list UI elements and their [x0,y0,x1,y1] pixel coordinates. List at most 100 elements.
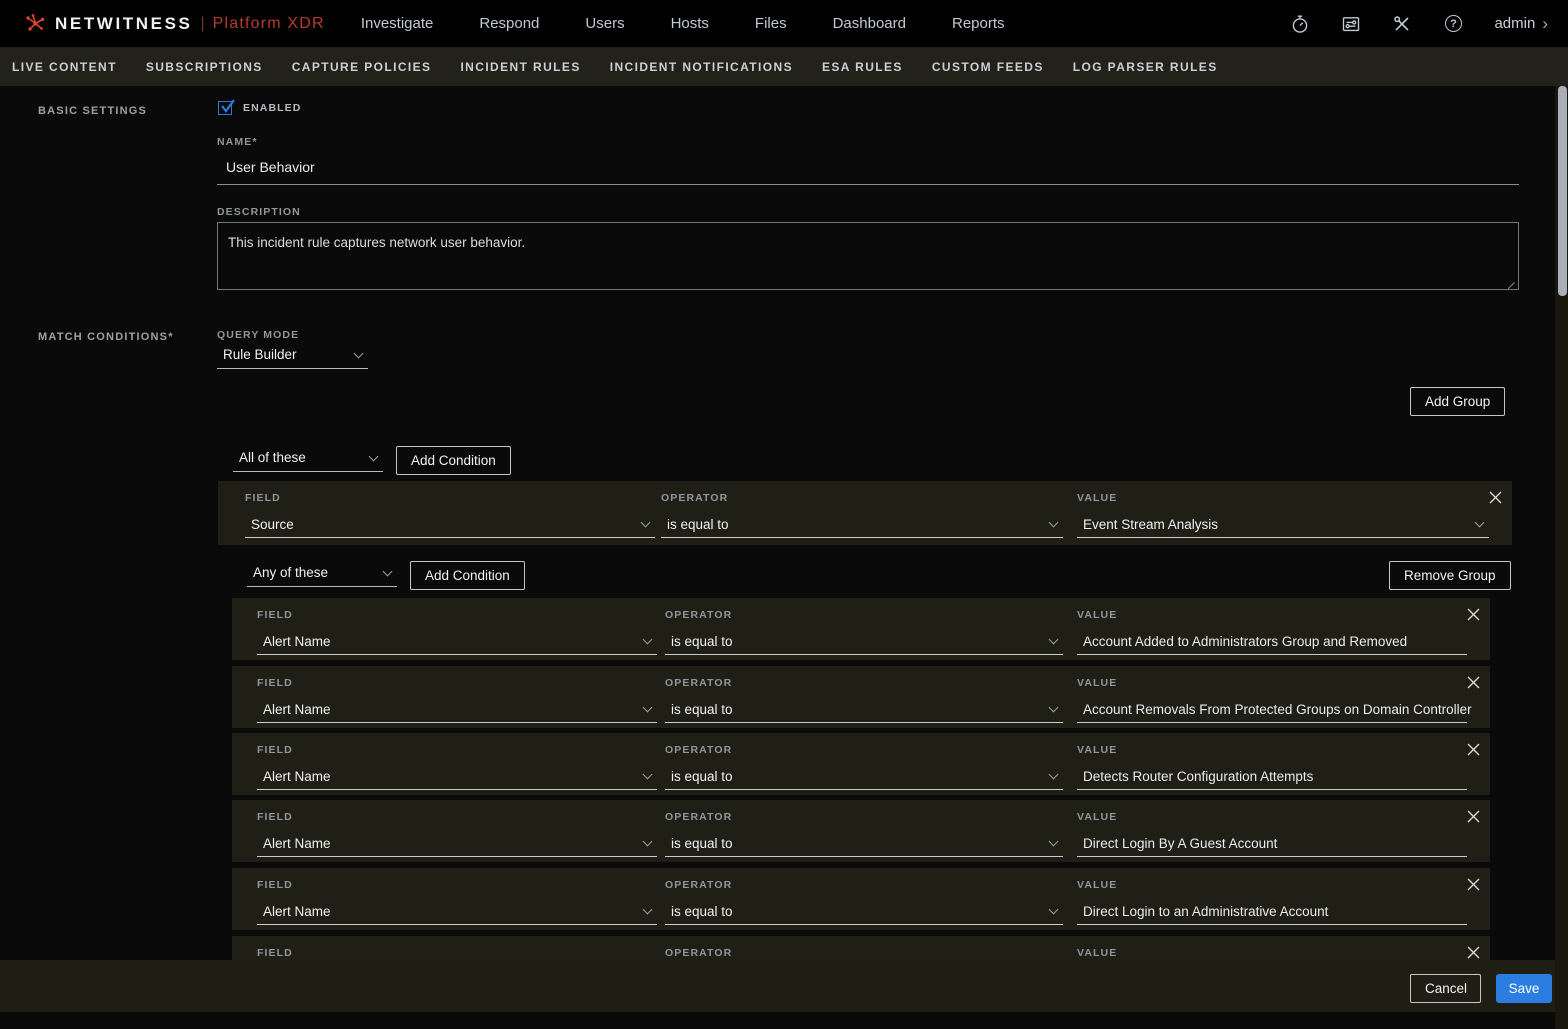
operator-column: OPERATOR is equal to [661,492,1063,538]
tab-incident-rules[interactable]: INCIDENT RULES [460,60,580,74]
group1-match-select[interactable]: All of these [233,445,383,472]
operator-select[interactable]: is equal to [661,513,1063,538]
value-input[interactable]: Direct Login to an Administrative Accoun… [1077,900,1467,925]
footer-bar: Cancel Save [0,960,1568,1012]
chevron-down-icon [1048,634,1059,645]
value-select[interactable]: Event Stream Analysis [1077,513,1489,538]
description-textarea[interactable]: This incident rule captures network user… [217,222,1519,290]
user-menu[interactable]: admin › [1494,14,1548,34]
tab-custom-feeds[interactable]: CUSTOM FEEDS [932,60,1044,74]
chevron-down-icon [642,634,653,645]
value-label: VALUE [1077,609,1118,621]
remove-condition-button[interactable] [1488,490,1502,504]
remove-condition-button[interactable] [1466,607,1480,621]
nav-item-files[interactable]: Files [755,15,787,32]
nav-item-investigate[interactable]: Investigate [361,15,434,32]
field-select[interactable]: Alert Name [257,900,657,925]
tab-incident-notifications[interactable]: INCIDENT NOTIFICATIONS [610,60,793,74]
operator-select[interactable]: is equal to [665,630,1063,655]
remove-group-button[interactable]: Remove Group [1389,561,1511,590]
value-input[interactable]: Account Added to Administrators Group an… [1077,630,1467,655]
user-menu-label: admin [1494,15,1536,32]
close-icon [1467,946,1479,958]
nav-item-users[interactable]: Users [585,15,624,32]
close-icon [1467,810,1479,822]
tab-esa-rules[interactable]: ESA RULES [822,60,903,74]
operator-label: OPERATOR [665,609,733,621]
nav-item-respond[interactable]: Respond [479,15,539,32]
condition-row: FIELD Alert Name OPERATOR is equal to VA… [232,868,1490,930]
description-value: This incident rule captures network user… [228,235,526,250]
operator-select[interactable]: is equal to [665,765,1063,790]
group2-add-condition-button[interactable]: Add Condition [410,561,525,590]
save-button[interactable]: Save [1496,974,1552,1003]
scrollbar-thumb[interactable] [1558,86,1567,296]
tab-live-content[interactable]: LIVE CONTENT [12,60,117,74]
operator-label: OPERATOR [665,744,733,756]
timer-icon[interactable] [1290,14,1310,34]
value-column: VALUE Detects Router Configuration Attem… [1077,744,1467,790]
add-group-button[interactable]: Add Group [1410,387,1506,416]
query-mode-label: QUERY MODE [217,329,300,341]
condition-row: FIELD Alert Name OPERATOR is equal to VA… [232,598,1490,660]
condition-row: FIELD Alert Name OPERATOR is equal to VA… [232,666,1490,728]
operator-select[interactable]: is equal to [665,900,1063,925]
field-select[interactable]: Alert Name [257,630,657,655]
field-value: Source [251,517,294,532]
field-label: FIELD [257,879,293,891]
field-select[interactable]: Alert Name [257,832,657,857]
enabled-label: ENABLED [243,102,302,114]
query-mode-value: Rule Builder [223,347,297,362]
operator-column: OPERATOR is equal to [665,609,1063,655]
name-input[interactable]: User Behavior [217,146,1519,185]
remove-condition-button[interactable] [1466,742,1480,756]
query-mode-select[interactable]: Rule Builder [217,342,368,369]
help-icon[interactable]: ? [1443,14,1463,34]
remove-condition-button[interactable] [1466,945,1480,959]
value-label: VALUE [1077,744,1118,756]
value-column: VALUE Direct Login to an Administrative … [1077,879,1467,925]
tab-capture-policies[interactable]: CAPTURE POLICIES [292,60,432,74]
field-select[interactable]: Alert Name [257,765,657,790]
field-column: FIELD Alert Name [257,879,657,925]
field-select[interactable]: Source [245,513,655,538]
field-value: Alert Name [263,904,331,919]
cancel-button[interactable]: Cancel [1410,974,1481,1003]
value-input[interactable]: Account Removals From Protected Groups o… [1077,698,1472,723]
nav-item-dashboard[interactable]: Dashboard [833,15,906,32]
operator-select[interactable]: is equal to [665,698,1063,723]
chevron-down-icon [1048,769,1059,780]
resize-handle-icon[interactable] [1507,281,1516,289]
close-icon [1467,608,1479,620]
enabled-checkbox[interactable] [218,99,235,115]
chevron-down-icon [1048,836,1059,847]
group1-add-condition-button[interactable]: Add Condition [396,446,511,475]
close-icon [1467,676,1479,688]
chevron-down-icon [642,904,653,915]
tab-log-parser-rules[interactable]: LOG PARSER RULES [1073,60,1218,74]
admin-tools-icon[interactable] [1392,14,1412,34]
brand[interactable]: NETWITNESS | Platform XDR [0,12,325,35]
nav-item-reports[interactable]: Reports [952,15,1005,32]
field-label: FIELD [257,677,293,689]
operator-label: OPERATOR [661,492,729,504]
group2-match-select[interactable]: Any of these [247,560,397,587]
remove-condition-button[interactable] [1466,877,1480,891]
operator-select[interactable]: is equal to [665,832,1063,857]
value-label: VALUE [1077,879,1118,891]
value-input[interactable]: Detects Router Configuration Attempts [1077,765,1467,790]
close-icon [1467,878,1479,890]
netwitness-incident-rule-page: NETWITNESS | Platform XDR Investigate Re… [0,0,1568,1029]
operator-label: OPERATOR [665,947,733,959]
remove-condition-button[interactable] [1466,675,1480,689]
field-column: FIELD Source [245,492,655,538]
remove-condition-button[interactable] [1466,809,1480,823]
tab-subscriptions[interactable]: SUBSCRIPTIONS [146,60,263,74]
nav-item-hosts[interactable]: Hosts [671,15,709,32]
jobs-icon[interactable] [1341,14,1361,34]
value-input[interactable]: Direct Login By A Guest Account [1077,832,1467,857]
scrollbar[interactable] [1555,86,1568,1029]
condition-row: FIELD Alert Name OPERATOR is equal to VA… [232,733,1490,795]
field-select[interactable]: Alert Name [257,698,657,723]
chevron-down-icon [642,836,653,847]
